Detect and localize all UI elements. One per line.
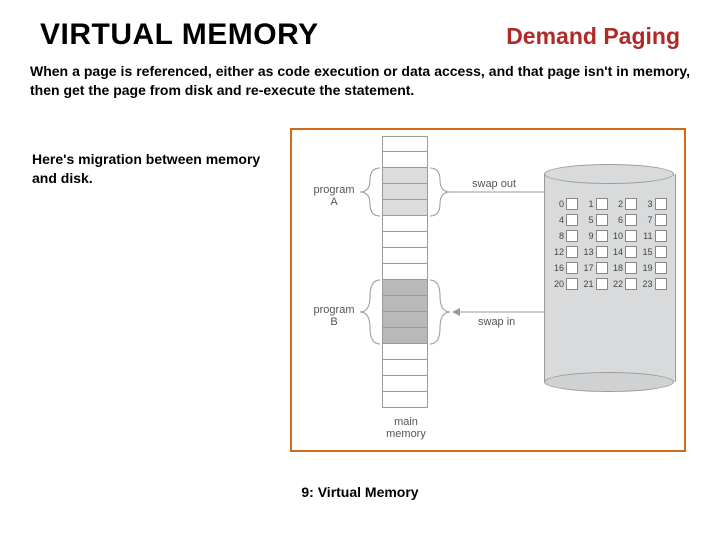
memory-cell-program-b bbox=[382, 280, 428, 296]
disk-slot: 17 bbox=[582, 262, 610, 274]
disk-slot: 10 bbox=[611, 230, 639, 242]
slide-title: VIRTUAL MEMORY bbox=[40, 18, 319, 52]
memory-cell-program-b bbox=[382, 312, 428, 328]
main-memory-label: main memory bbox=[378, 416, 434, 440]
caption-text: Here's migration between memory and disk… bbox=[32, 150, 262, 188]
disk-slot: 11 bbox=[641, 230, 669, 242]
main-memory-column bbox=[382, 136, 428, 408]
disk-slot: 16 bbox=[552, 262, 580, 274]
memory-cell bbox=[382, 216, 428, 232]
disk-slot: 20 bbox=[552, 278, 580, 290]
disk-slot: 19 bbox=[641, 262, 669, 274]
memory-cell bbox=[382, 392, 428, 408]
memory-cell-program-a bbox=[382, 168, 428, 184]
disk-slot: 9 bbox=[582, 230, 610, 242]
memory-cell-program-a bbox=[382, 184, 428, 200]
disk-slot-grid: 01234567891011121314151617181920212223 bbox=[552, 198, 668, 290]
memory-cell-program-b bbox=[382, 328, 428, 344]
disk-slot: 21 bbox=[582, 278, 610, 290]
memory-cell bbox=[382, 360, 428, 376]
disk-slot: 14 bbox=[611, 246, 639, 258]
disk-slot: 13 bbox=[582, 246, 610, 258]
swap-out-label: swap out bbox=[472, 178, 516, 190]
memory-cell bbox=[382, 248, 428, 264]
slide-subtitle: Demand Paging bbox=[506, 23, 680, 50]
disk-slot: 22 bbox=[611, 278, 639, 290]
diagram: program A program B main memory swap out… bbox=[290, 128, 686, 452]
memory-cell bbox=[382, 344, 428, 360]
disk-slot: 18 bbox=[611, 262, 639, 274]
memory-cell bbox=[382, 264, 428, 280]
disk-slot: 12 bbox=[552, 246, 580, 258]
disk-slot: 1 bbox=[582, 198, 610, 210]
disk-slot: 6 bbox=[611, 214, 639, 226]
memory-cell bbox=[382, 152, 428, 168]
disk-slot: 4 bbox=[552, 214, 580, 226]
program-a-label: program A bbox=[306, 184, 362, 208]
disk-slot: 15 bbox=[641, 246, 669, 258]
disk-slot: 0 bbox=[552, 198, 580, 210]
disk-slot: 7 bbox=[641, 214, 669, 226]
description-text: When a page is referenced, either as cod… bbox=[0, 60, 720, 110]
disk-cylinder: 01234567891011121314151617181920212223 bbox=[544, 164, 674, 392]
program-b-label: program B bbox=[306, 304, 362, 328]
memory-cell-program-a bbox=[382, 200, 428, 216]
disk-slot: 8 bbox=[552, 230, 580, 242]
swap-in-label: swap in bbox=[478, 316, 515, 328]
memory-cell bbox=[382, 376, 428, 392]
memory-cell bbox=[382, 136, 428, 152]
disk-slot: 3 bbox=[641, 198, 669, 210]
memory-cell bbox=[382, 232, 428, 248]
slide-footer: 9: Virtual Memory bbox=[0, 484, 720, 500]
disk-slot: 2 bbox=[611, 198, 639, 210]
memory-cell-program-b bbox=[382, 296, 428, 312]
disk-slot: 23 bbox=[641, 278, 669, 290]
slide-header: VIRTUAL MEMORY Demand Paging bbox=[0, 0, 720, 60]
disk-slot: 5 bbox=[582, 214, 610, 226]
